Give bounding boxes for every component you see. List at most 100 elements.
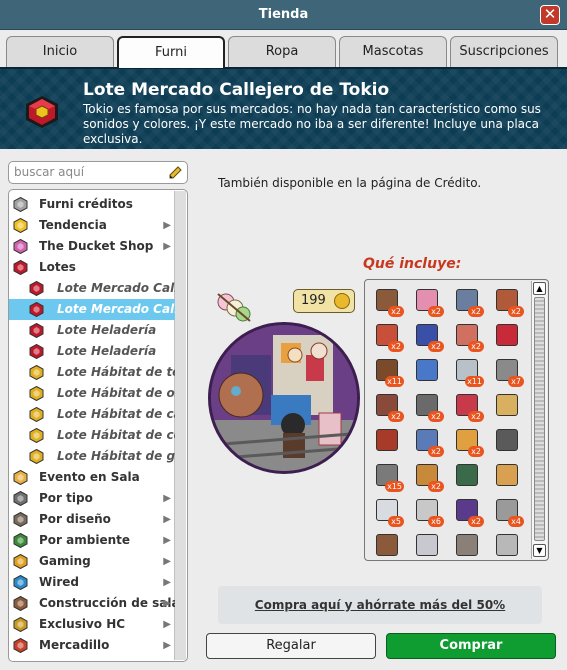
included-item[interactable]: x7 xyxy=(492,356,524,387)
included-item[interactable]: x2 xyxy=(452,321,484,352)
category-item[interactable]: Exclusivo HC ▶ xyxy=(9,614,175,635)
tab-inicio[interactable]: Inicio xyxy=(6,36,114,67)
included-item[interactable] xyxy=(372,426,402,456)
category-label: Lote Mercado Callejero de Tokio xyxy=(57,281,175,295)
quantity-badge: x2 xyxy=(388,306,404,317)
gold-badge-icon xyxy=(29,427,44,444)
included-item[interactable]: x2 xyxy=(452,391,484,422)
tab-suscripciones[interactable]: Suscripciones xyxy=(450,36,558,67)
category-item[interactable]: The Ducket Shop ▶ xyxy=(9,236,175,257)
category-label: Lotes xyxy=(39,260,76,274)
quantity-badge: x11 xyxy=(385,376,404,387)
included-item[interactable]: x2 xyxy=(412,286,444,317)
included-item[interactable] xyxy=(492,391,522,421)
included-item[interactable]: x6 xyxy=(412,496,444,527)
included-item[interactable] xyxy=(412,356,442,386)
category-item[interactable]: Evento en Sala xyxy=(9,467,175,488)
category-label: Lote Hábitat de osito polar xyxy=(57,386,175,400)
promo-link[interactable]: Compra aquí y ahórrate más del 50% xyxy=(218,586,542,624)
category-item[interactable]: Por diseño ▶ xyxy=(9,509,175,530)
category-list: Furni créditos Tendencia ▶ The Ducket Shop ▶… xyxy=(8,189,188,662)
category-label: Lote Heladería xyxy=(57,344,157,358)
included-item[interactable]: x2 xyxy=(372,286,404,317)
included-item[interactable]: x2 xyxy=(452,426,484,457)
category-item[interactable]: Lote Hábitat de cachorro xyxy=(9,404,175,425)
included-item[interactable]: x11 xyxy=(372,356,404,387)
close-button[interactable]: ✕ xyxy=(540,5,560,25)
tab-mascotas[interactable]: Mascotas xyxy=(339,36,447,67)
category-label: Lote Hábitat de terriers xyxy=(57,365,175,379)
availability-note: También disponible en la página de Crédi… xyxy=(218,176,482,190)
tab-furni[interactable]: Furni xyxy=(117,36,225,68)
included-item[interactable] xyxy=(492,461,522,491)
category-item[interactable]: Lote Hábitat de gatitos xyxy=(9,446,175,467)
included-item[interactable] xyxy=(492,321,522,351)
included-item[interactable]: x2 xyxy=(452,496,484,527)
included-item[interactable]: x2 xyxy=(412,321,444,352)
column-icon xyxy=(13,511,28,528)
quantity-badge: x2 xyxy=(428,446,444,457)
included-item[interactable]: x2 xyxy=(412,426,444,457)
included-item[interactable] xyxy=(492,426,522,456)
category-item[interactable]: Lote Heladería xyxy=(9,320,175,341)
scroll-thumb[interactable] xyxy=(534,297,545,541)
category-item[interactable]: Construcción de salas ▶ xyxy=(9,593,175,614)
included-item[interactable]: x2 xyxy=(372,391,404,422)
category-item[interactable]: Mercadillo ▶ xyxy=(9,635,175,656)
included-item[interactable]: x11 xyxy=(452,356,484,387)
category-item[interactable]: Lotes xyxy=(9,257,175,278)
vending-machine-icon xyxy=(496,324,518,346)
included-item[interactable]: x15 xyxy=(372,461,404,492)
included-item[interactable] xyxy=(492,531,522,560)
category-item[interactable]: Lote Mercado Callejero de Tokio xyxy=(9,278,175,299)
category-item[interactable]: Wired ▶ xyxy=(9,572,175,593)
dragon-statue-icon xyxy=(456,464,478,486)
included-item[interactable]: x2 xyxy=(452,286,484,317)
chevron-right-icon: ▶ xyxy=(163,514,171,525)
offer-panel: También disponible en la página de Crédi… xyxy=(196,158,562,662)
chevron-right-icon: ▶ xyxy=(163,556,171,567)
included-item[interactable] xyxy=(452,461,482,491)
basket-icon xyxy=(376,429,398,451)
chair-icon xyxy=(13,490,28,507)
category-item[interactable]: Lote Hábitat de osito polar xyxy=(9,383,175,404)
scroll-down-button[interactable]: ▼ xyxy=(533,544,546,557)
buy-button[interactable]: Comprar xyxy=(386,633,556,659)
gift-button[interactable]: Regalar xyxy=(206,633,376,659)
room-preview xyxy=(208,322,360,474)
category-item[interactable]: Lote Hábitat de terriers xyxy=(9,362,175,383)
category-label: Lote Hábitat de gatitos xyxy=(57,449,175,463)
included-item[interactable]: x5 xyxy=(372,496,404,527)
category-item[interactable]: Gaming ▶ xyxy=(9,551,175,572)
category-item[interactable]: Tendencia ▶ xyxy=(9,215,175,236)
category-scrollbar[interactable] xyxy=(174,191,186,660)
included-item[interactable]: x2 xyxy=(412,461,444,492)
category-label: Lote Heladería xyxy=(57,323,157,337)
category-item[interactable]: Furni créditos xyxy=(9,194,175,215)
trophy-icon xyxy=(13,553,28,570)
included-item[interactable]: x2 xyxy=(372,321,404,352)
category-item[interactable]: Lote Hábitat de cerditos xyxy=(9,425,175,446)
included-item[interactable]: x4 xyxy=(492,496,524,527)
included-item[interactable] xyxy=(372,531,402,560)
category-item[interactable]: Lote Mercado Callejero de Tokio xyxy=(9,299,175,320)
category-item[interactable]: Por tipo ▶ xyxy=(9,488,175,509)
tab-ropa[interactable]: Ropa xyxy=(228,36,336,67)
window-title: Tienda xyxy=(258,7,309,22)
wired-icon xyxy=(13,574,28,591)
category-item[interactable]: Lote Heladería xyxy=(9,341,175,362)
offer-description: Tokio es famosa por sus mercados: no hay… xyxy=(83,102,541,146)
included-item[interactable] xyxy=(412,531,442,560)
street-lamp-icon xyxy=(496,429,518,451)
category-label: Lote Mercado Callejero de Tokio xyxy=(57,302,175,316)
includes-scrollbar[interactable]: ▲ ▼ xyxy=(531,281,547,559)
scroll-up-button[interactable]: ▲ xyxy=(533,282,546,295)
included-item[interactable]: x2 xyxy=(492,286,524,317)
search-input[interactable]: buscar aquí xyxy=(8,161,188,184)
pencil-icon[interactable] xyxy=(167,165,183,181)
hc-icon xyxy=(13,616,28,633)
included-item[interactable]: x2 xyxy=(412,391,444,422)
category-item[interactable]: Por ambiente ▶ xyxy=(9,530,175,551)
chevron-right-icon: ▶ xyxy=(163,493,171,504)
included-item[interactable] xyxy=(452,531,482,560)
